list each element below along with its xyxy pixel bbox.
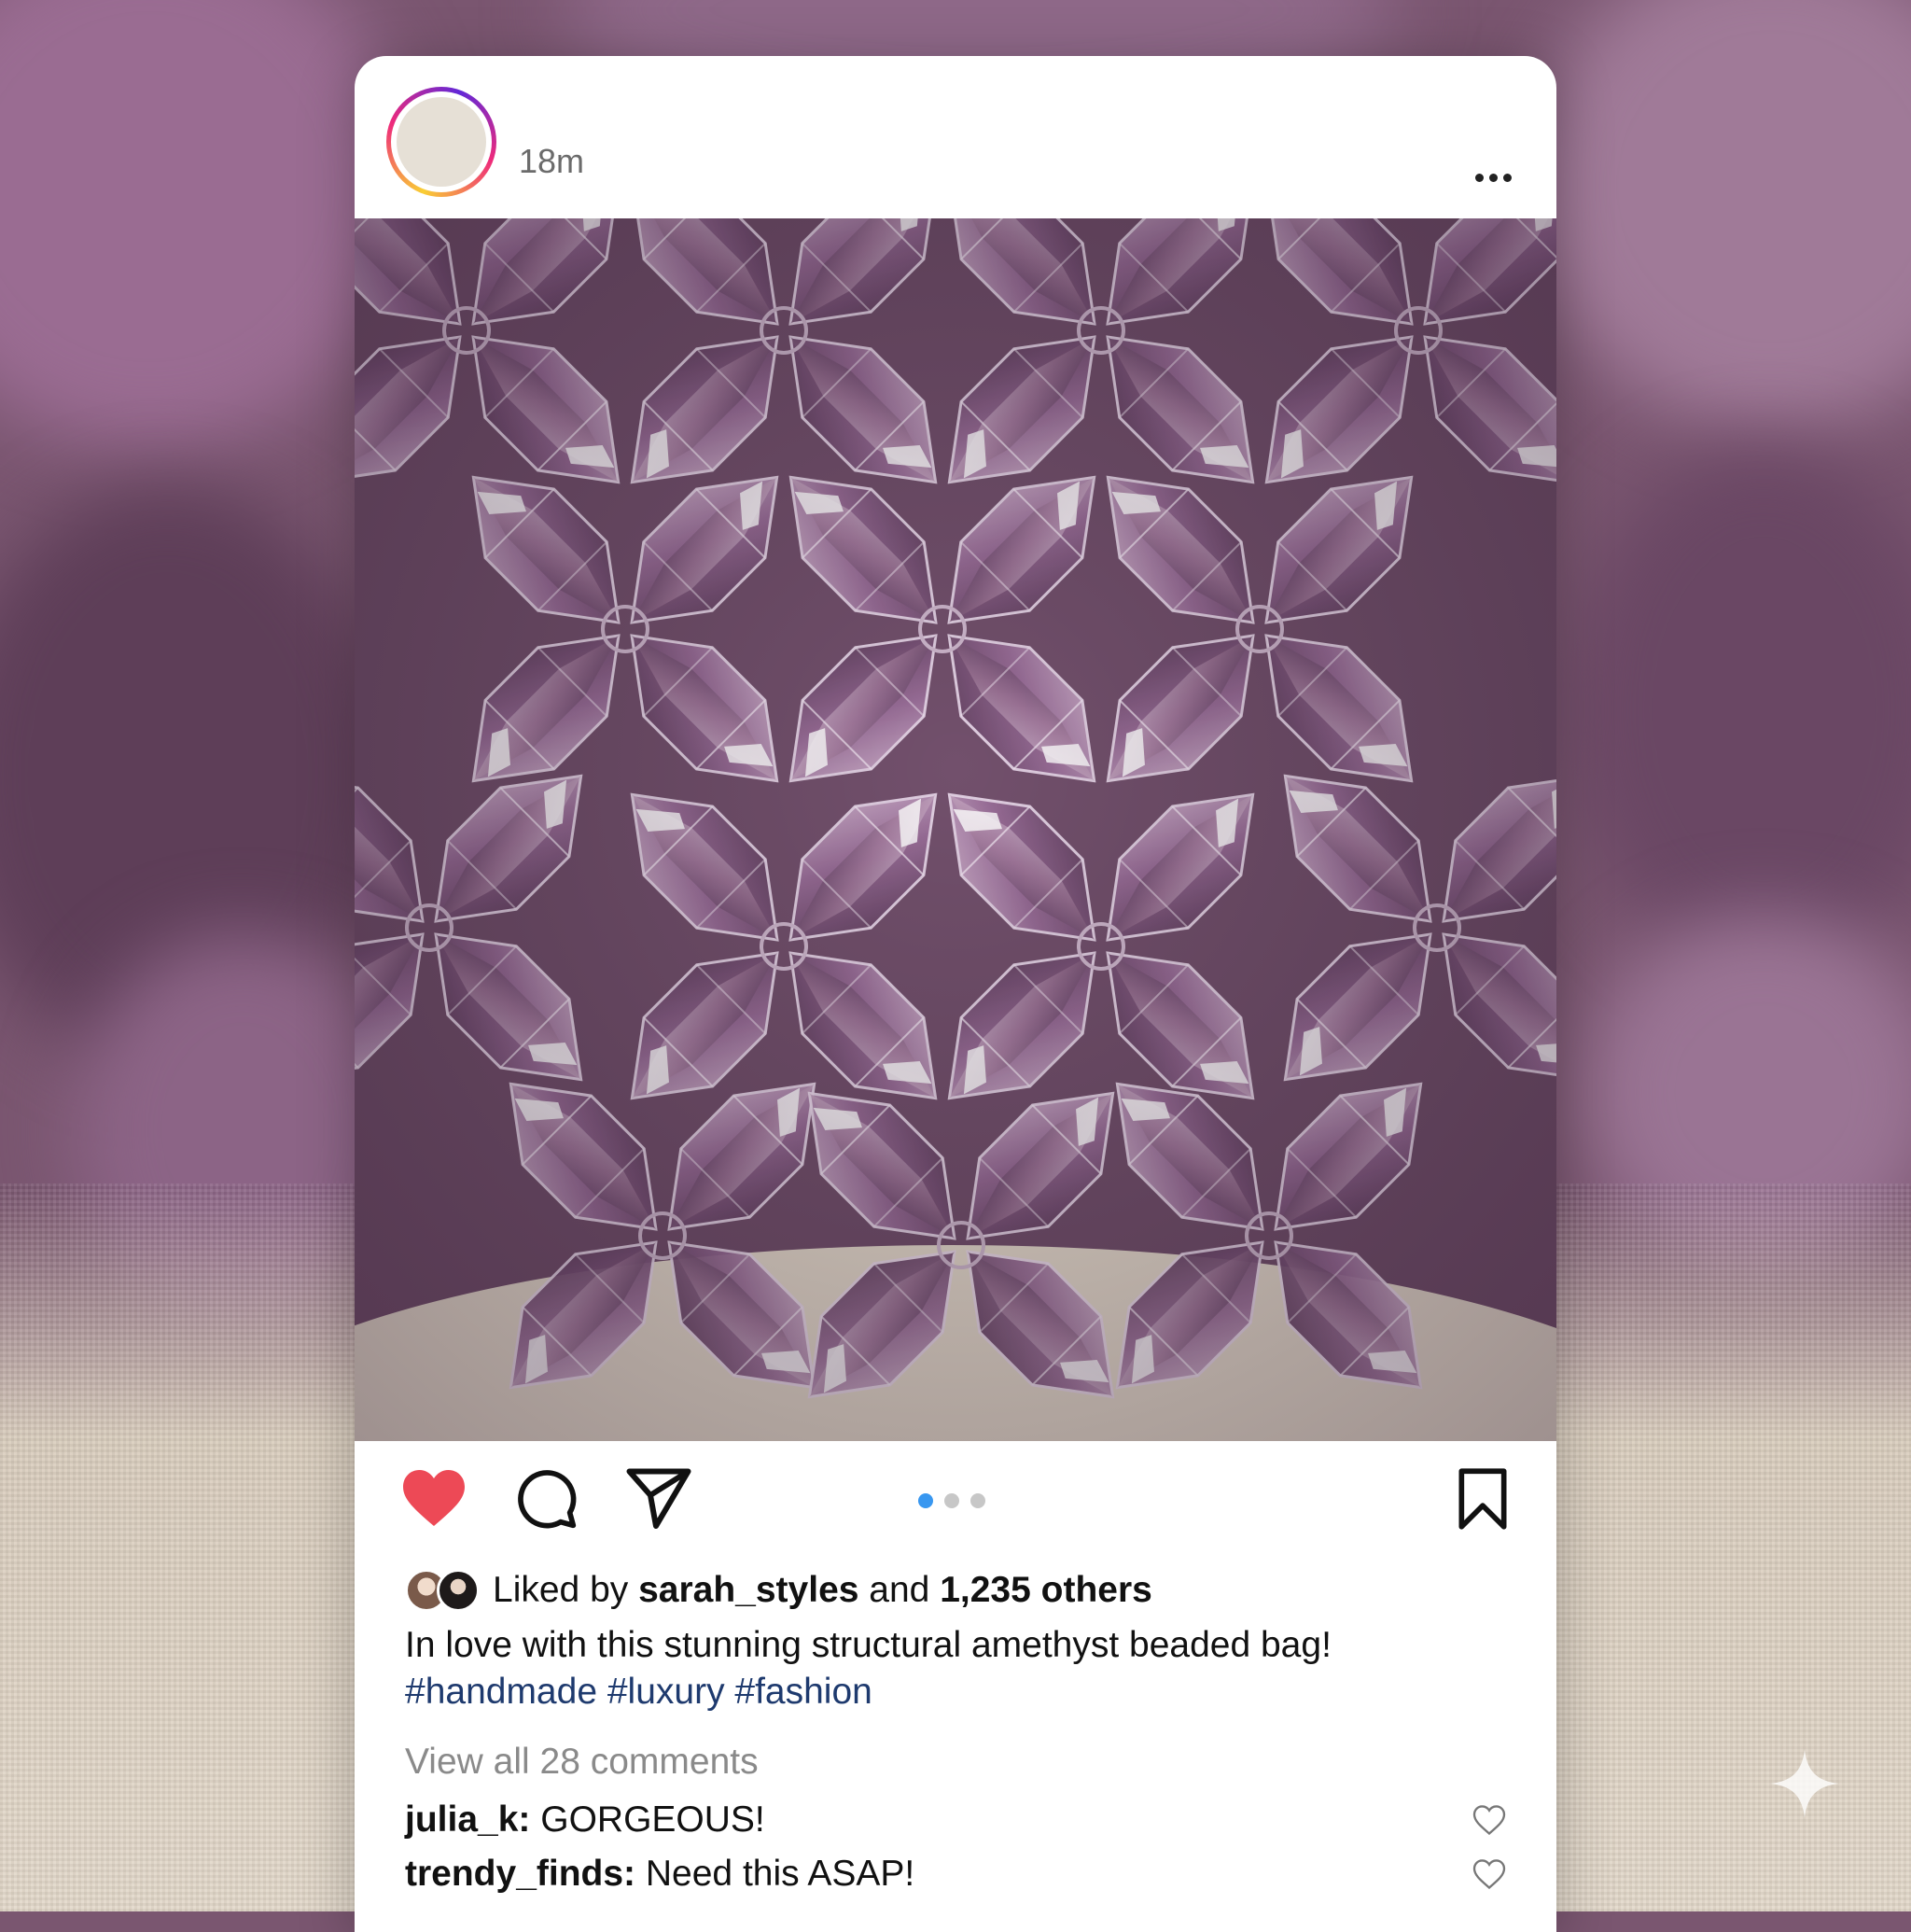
more-options-icon[interactable] xyxy=(1475,174,1512,182)
background-bokeh xyxy=(1530,0,1911,429)
background-bokeh xyxy=(0,0,411,448)
caption-text: In love with this stunning structural am… xyxy=(405,1625,1332,1665)
carousel-dot-active xyxy=(918,1493,933,1508)
share-send-icon[interactable] xyxy=(625,1467,692,1533)
likes-text: Liked by sarah_styles and 1,235 others xyxy=(493,1570,1152,1610)
post-header: 18m xyxy=(355,56,1556,218)
comment-row: trendy_finds: Need this ASAP! xyxy=(405,1854,1506,1895)
comment-like-heart-icon[interactable] xyxy=(1472,1803,1506,1844)
comment-row: julia_k: GORGEOUS! xyxy=(405,1799,1506,1841)
post-image[interactable] xyxy=(355,218,1556,1441)
bookmark-icon[interactable] xyxy=(1456,1467,1510,1535)
liker-username[interactable]: sarah_styles xyxy=(638,1570,858,1610)
profile-avatar[interactable] xyxy=(386,87,496,197)
crystal-beads-illustration xyxy=(355,218,1556,1441)
post-timestamp: 18m xyxy=(519,142,585,180)
liker-avatar[interactable] xyxy=(437,1569,480,1612)
liker-avatars xyxy=(405,1567,489,1614)
comment-username[interactable]: trendy_finds xyxy=(405,1854,623,1894)
comment-like-heart-icon[interactable] xyxy=(1472,1857,1506,1898)
comment-icon[interactable] xyxy=(515,1467,579,1535)
view-all-comments-link[interactable]: View all 28 comments xyxy=(405,1742,759,1783)
avatar-image xyxy=(397,97,486,187)
likes-summary: Liked by sarah_styles and 1,235 others xyxy=(405,1562,1152,1618)
comment-username[interactable]: julia_k xyxy=(405,1799,518,1840)
carousel-dot xyxy=(970,1493,985,1508)
comment-text: GORGEOUS! xyxy=(540,1799,765,1840)
comment-text: Need this ASAP! xyxy=(645,1854,915,1894)
like-heart-icon[interactable] xyxy=(399,1467,468,1533)
likes-count[interactable]: 1,235 others xyxy=(940,1570,1152,1610)
carousel-indicator xyxy=(918,1493,985,1508)
post-card: 18m Liked by sarah_styles and 1,235 othe… xyxy=(355,56,1556,1932)
caption-hashtags[interactable]: #handmade #luxury #fashion xyxy=(405,1669,1506,1715)
post-caption: In love with this stunning structural am… xyxy=(405,1622,1506,1715)
background-bokeh xyxy=(1568,448,1911,971)
carousel-dot xyxy=(944,1493,959,1508)
action-bar xyxy=(355,1441,1556,1562)
sparkle-icon xyxy=(1767,1746,1842,1826)
